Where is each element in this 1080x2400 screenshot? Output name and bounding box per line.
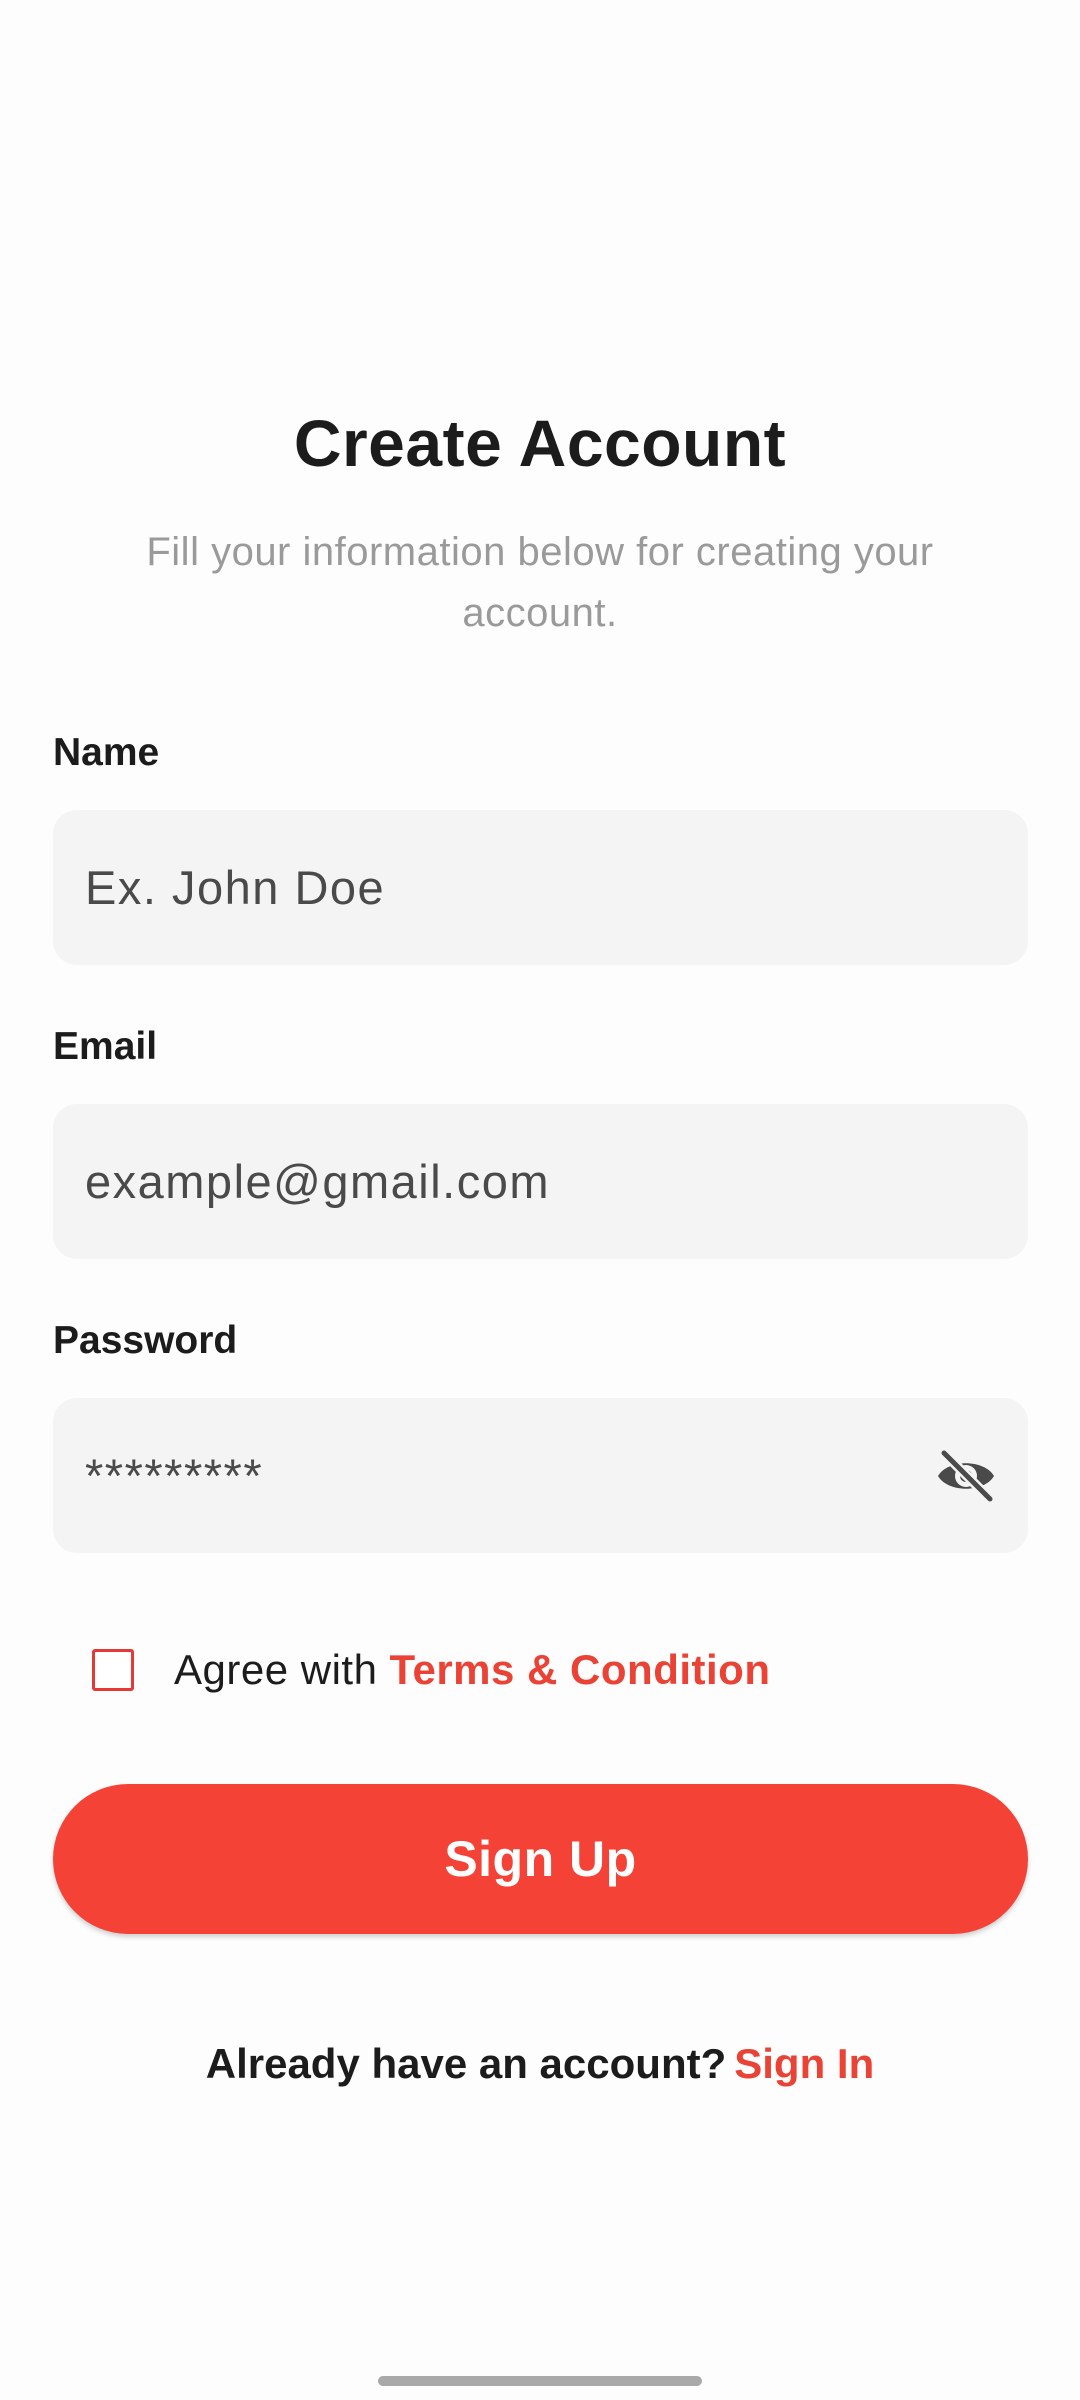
terms-checkbox[interactable]: [92, 1649, 134, 1691]
page-title: Create Account: [293, 406, 787, 480]
sign-in-prompt: Already have an account? Sign In: [0, 2040, 1080, 2088]
sign-in-link[interactable]: Sign In: [734, 2040, 874, 2087]
sign-in-prompt-text: Already have an account?: [205, 2040, 727, 2087]
email-label: Email: [53, 1025, 158, 1068]
email-field[interactable]: [53, 1104, 1028, 1259]
terms-row: Agree with Terms & Condition: [92, 1640, 770, 1700]
page-subtitle: Fill your information below for creating…: [146, 530, 934, 635]
password-input[interactable]: [85, 1398, 925, 1553]
terms-text: Agree with Terms & Condition: [174, 1646, 770, 1694]
password-field[interactable]: [53, 1398, 1028, 1553]
password-label: Password: [53, 1319, 238, 1362]
home-indicator[interactable]: [378, 2376, 702, 2386]
sign-up-button[interactable]: Sign Up: [53, 1784, 1028, 1934]
terms-prefix: Agree with: [174, 1646, 378, 1693]
name-label: Name: [53, 731, 160, 774]
eye-off-icon[interactable]: [934, 1447, 998, 1505]
email-input[interactable]: [85, 1104, 925, 1259]
name-input[interactable]: [85, 810, 925, 965]
name-field[interactable]: [53, 810, 1028, 965]
terms-link[interactable]: Terms & Condition: [389, 1646, 770, 1693]
